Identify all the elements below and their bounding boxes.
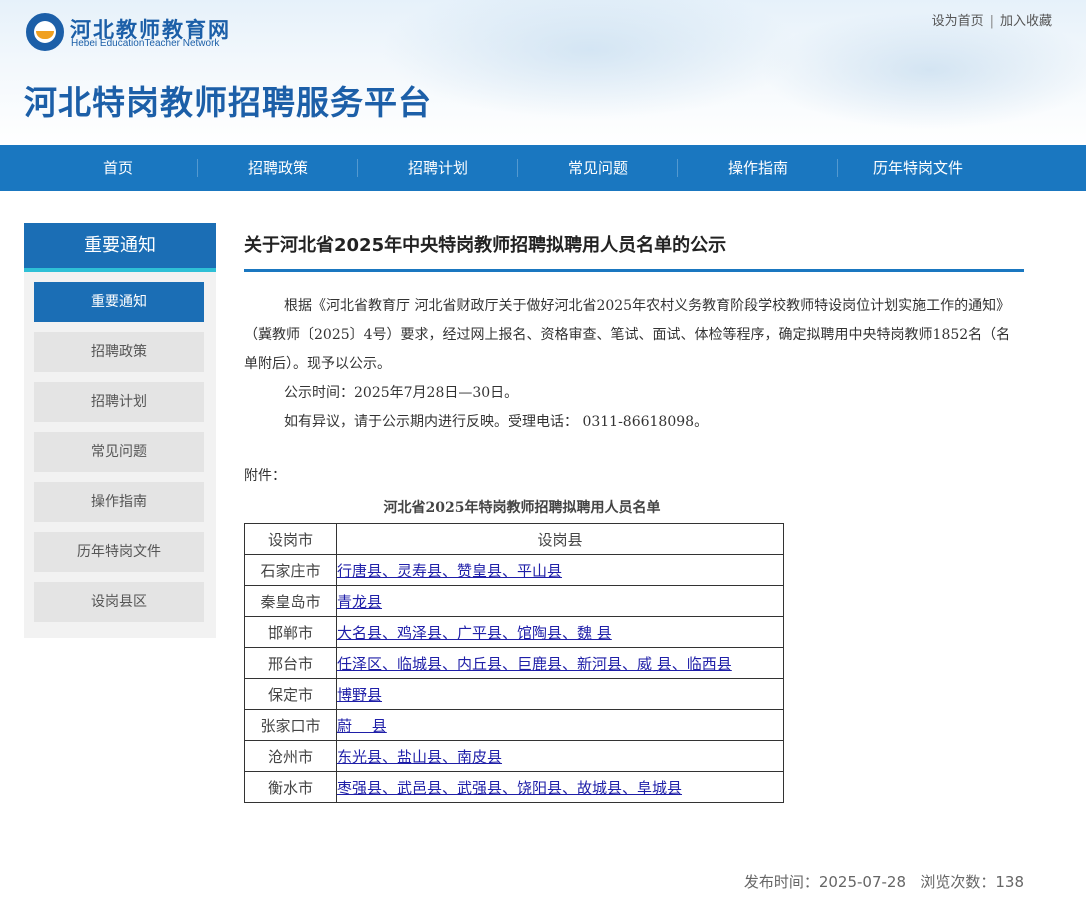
site-logo-icon[interactable]	[26, 13, 64, 51]
add-favorite-link[interactable]: 加入收藏	[1000, 14, 1052, 29]
sidebar-item-faq[interactable]: 常见问题	[34, 432, 204, 472]
article-title: 关于河北省2025年中央特岗教师招聘拟聘用人员名单的公示	[244, 235, 727, 256]
table-row: 石家庄市 行唐县、灵寿县、赞皇县、平山县	[244, 554, 784, 586]
title-divider	[244, 269, 1024, 272]
main-nav: 首页 招聘政策 招聘计划 常见问题 操作指南 历年特岗文件	[0, 145, 1086, 191]
header-cloud-decoration	[380, 0, 800, 120]
county-links[interactable]: 任泽区、临城县、内丘县、巨鹿县、新河县、威 县、临西县	[336, 647, 784, 679]
nav-item-policy[interactable]: 招聘政策	[198, 145, 358, 191]
nav-item-plan[interactable]: 招聘计划	[358, 145, 518, 191]
county-links[interactable]: 行唐县、灵寿县、赞皇县、平山县	[336, 554, 784, 586]
publish-date: 2025-07-28	[818, 873, 907, 891]
county-links[interactable]: 枣强县、武邑县、武强县、饶阳县、故城县、阜城县	[336, 771, 784, 803]
city-cell: 邯郸市	[244, 616, 337, 648]
county-links[interactable]: 大名县、鸡泽县、广平县、馆陶县、魏 县	[336, 616, 784, 648]
site-title: 河北特岗教师招聘服务平台	[24, 83, 432, 122]
sidebar: 重要通知 重要通知 招聘政策 招聘计划 常见问题 操作指南 历年特岗文件 设岗县…	[24, 223, 216, 638]
attachment-label: 附件：	[244, 468, 286, 484]
roster-table: 设岗市 设岗县 石家庄市 行唐县、灵寿县、赞皇县、平山县 秦皇岛市 青龙县 邯郸…	[244, 523, 784, 803]
city-cell: 衡水市	[244, 771, 337, 803]
sidebar-item-guide[interactable]: 操作指南	[34, 482, 204, 522]
city-cell: 秦皇岛市	[244, 585, 337, 617]
article-meta: 发布时间：2025-07-28 浏览次数：138	[744, 871, 1024, 892]
city-cell: 邢台市	[244, 647, 337, 679]
sidebar-item-archive[interactable]: 历年特岗文件	[34, 532, 204, 572]
county-links[interactable]: 青龙县	[336, 585, 784, 617]
nav-item-guide[interactable]: 操作指南	[678, 145, 838, 191]
city-cell: 张家口市	[244, 709, 337, 741]
table-row: 秦皇岛市 青龙县	[244, 585, 784, 617]
article-paragraph: 如有异议，请于公示期内进行反映。受理电话： 0311-86618098。	[284, 414, 709, 430]
set-homepage-link[interactable]: 设为首页	[932, 14, 984, 29]
sidebar-item-notices[interactable]: 重要通知	[34, 282, 204, 322]
county-links[interactable]: 蔚 县	[336, 709, 784, 741]
article-paragraph: 公示时间：2025年7月28日—30日。	[284, 385, 519, 401]
sidebar-item-plan[interactable]: 招聘计划	[34, 382, 204, 422]
county-links[interactable]: 博野县	[336, 678, 784, 710]
views-count: 138	[995, 873, 1024, 891]
roster-title: 河北省2025年特岗教师招聘拟聘用人员名单	[383, 500, 661, 516]
table-row: 邢台市 任泽区、临城县、内丘县、巨鹿县、新河县、威 县、临西县	[244, 647, 784, 679]
city-cell: 沧州市	[244, 740, 337, 772]
sidebar-item-counties[interactable]: 设岗县区	[34, 582, 204, 622]
site-header: 河北教师教育网 Hebei EducationTeacher Network 设…	[0, 0, 1086, 145]
sidebar-heading-accent	[24, 268, 216, 272]
table-row: 保定市 博野县	[244, 678, 784, 710]
table-row: 张家口市 蔚 县	[244, 709, 784, 741]
table-row: 邯郸市 大名县、鸡泽县、广平县、馆陶县、魏 县	[244, 616, 784, 648]
city-cell: 保定市	[244, 678, 337, 710]
table-header-city: 设岗市	[244, 523, 337, 555]
publish-label: 发布时间：	[743, 873, 819, 891]
sidebar-item-policy[interactable]: 招聘政策	[34, 332, 204, 372]
article-paragraph: 根据《河北省教育厅 河北省财政厅关于做好河北省2025年农村义务教育阶段学校教师…	[244, 298, 1011, 372]
sidebar-heading: 重要通知	[24, 223, 216, 268]
table-header-row: 设岗市 设岗县	[244, 523, 784, 555]
table-header-county: 设岗县	[336, 523, 784, 555]
article-body: 根据《河北省教育厅 河北省财政厅关于做好河北省2025年农村义务教育阶段学校教师…	[244, 292, 1024, 437]
views-label: 浏览次数：	[920, 873, 996, 891]
logo-text-en[interactable]: Hebei EducationTeacher Network	[71, 38, 219, 49]
table-row: 衡水市 枣强县、武邑县、武强县、饶阳县、故城县、阜城县	[244, 771, 784, 803]
nav-item-faq[interactable]: 常见问题	[518, 145, 678, 191]
city-cell: 石家庄市	[244, 554, 337, 586]
county-links[interactable]: 东光县、盐山县、南皮县	[336, 740, 784, 772]
top-links-divider: |	[989, 14, 994, 29]
nav-item-archive[interactable]: 历年特岗文件	[838, 145, 998, 191]
nav-item-home[interactable]: 首页	[38, 145, 198, 191]
top-links: 设为首页 | 加入收藏	[932, 10, 1052, 29]
article-content: 关于河北省2025年中央特岗教师招聘拟聘用人员名单的公示 根据《河北省教育厅 河…	[244, 223, 1024, 803]
table-row: 沧州市 东光县、盐山县、南皮县	[244, 740, 784, 772]
